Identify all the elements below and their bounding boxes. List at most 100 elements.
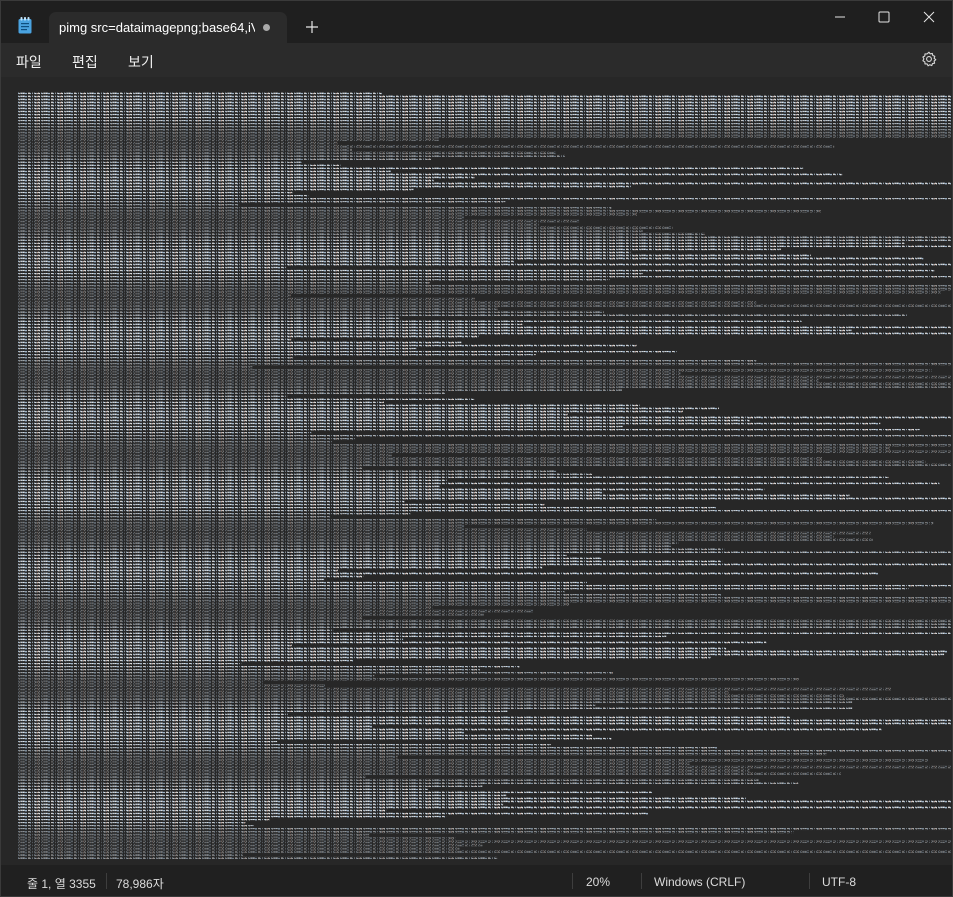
document-tab[interactable]: pimg src=dataimagepng;base64,iVI [49, 12, 287, 43]
text-line [17, 260, 515, 263]
text-line [17, 597, 952, 600]
text-line [17, 248, 781, 251]
text-line [17, 404, 640, 407]
text-line [17, 179, 434, 182]
text-line [17, 425, 623, 429]
close-icon [923, 11, 935, 23]
text-line [17, 350, 677, 354]
text-line [17, 463, 952, 466]
text-line [17, 497, 952, 500]
text-line [17, 666, 520, 669]
text-line [17, 322, 523, 326]
text-line [17, 691, 729, 694]
status-char-count: 78,986자 [116, 877, 164, 891]
text-line [17, 706, 853, 709]
text-line [17, 744, 551, 747]
text-line [17, 494, 850, 497]
text-line [17, 135, 952, 138]
close-button[interactable] [906, 1, 952, 33]
text-line [17, 719, 952, 722]
text-line [17, 700, 853, 703]
text-line [17, 276, 952, 279]
text-line [17, 198, 952, 201]
menu-view[interactable]: 보기 [128, 52, 154, 72]
text-line [17, 213, 637, 216]
text-line [17, 631, 951, 634]
text-line [17, 438, 356, 441]
text-line [17, 116, 952, 120]
text-line [17, 422, 881, 425]
tab-title: pimg src=dataimagepng;base64,iVI [59, 20, 255, 35]
minimize-button[interactable] [817, 1, 863, 33]
text-line [17, 628, 334, 631]
menu-edit[interactable]: 편집 [72, 52, 98, 72]
text-line [17, 659, 354, 663]
text-line [17, 606, 433, 609]
maximize-icon [878, 11, 890, 23]
text-line [17, 347, 417, 351]
text-line [17, 772, 841, 775]
text-line [17, 650, 948, 653]
text-line [17, 120, 952, 123]
text-line [17, 822, 246, 825]
text-line [17, 251, 631, 254]
text-line [17, 191, 293, 195]
text-line [17, 641, 767, 644]
text-line [17, 185, 632, 188]
text-line [17, 847, 460, 850]
status-cursor-position: 줄 1, 열 3355 [27, 877, 96, 891]
text-line [17, 204, 240, 207]
text-line [17, 229, 643, 232]
text-line [17, 394, 288, 397]
unsaved-dot-icon[interactable] [263, 24, 270, 31]
status-zoom[interactable]: 20% [586, 875, 610, 889]
text-line [17, 809, 387, 812]
text-line [17, 531, 871, 535]
text-line [17, 544, 672, 547]
text-line [17, 163, 341, 166]
maximize-button[interactable] [861, 1, 907, 33]
text-line [17, 834, 370, 837]
text-line [17, 244, 952, 248]
text-line [17, 400, 384, 404]
text-line [17, 154, 565, 157]
text-line [17, 132, 952, 135]
text-line [17, 787, 428, 790]
text-line [17, 104, 952, 107]
text-line [17, 369, 932, 372]
text-line [17, 569, 338, 572]
menu-file[interactable]: 파일 [16, 52, 42, 72]
text-line [17, 279, 610, 282]
text-line [17, 176, 475, 179]
text-line [17, 407, 719, 410]
text-line [17, 556, 602, 560]
new-tab-button[interactable] [301, 14, 323, 40]
text-line [17, 332, 952, 335]
text-line [17, 672, 613, 675]
text-line [17, 684, 325, 687]
status-encoding[interactable]: UTF-8 [822, 875, 856, 889]
text-line [17, 622, 952, 625]
gear-icon[interactable] [921, 51, 937, 67]
text-line [17, 291, 941, 294]
text-line [17, 148, 352, 151]
text-line [17, 703, 596, 706]
text-line [17, 581, 587, 585]
text-line [17, 92, 382, 95]
text-line [17, 238, 952, 241]
text-line [17, 600, 952, 603]
text-line [17, 647, 727, 650]
text-line [17, 307, 498, 310]
text-line [17, 269, 935, 273]
text-line [17, 263, 952, 266]
text-line [17, 413, 568, 416]
text-line [17, 457, 823, 460]
text-line [17, 856, 498, 859]
text-line [17, 410, 683, 413]
text-editor-area[interactable] [1, 77, 952, 865]
text-line [17, 101, 952, 104]
text-line [17, 294, 291, 297]
status-line-ending[interactable]: Windows (CRLF) [654, 875, 745, 889]
text-line [17, 818, 270, 822]
text-line [17, 812, 649, 815]
